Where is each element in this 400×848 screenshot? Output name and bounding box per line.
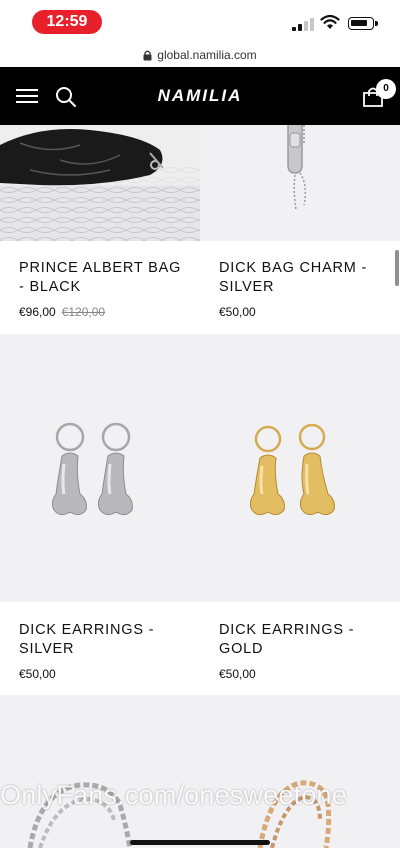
product-image[interactable]: [0, 334, 200, 602]
watermark-text: OnlyFans.com/onesweetone: [0, 780, 347, 810]
product-price: €96,00 €120,00: [19, 305, 105, 319]
product-name[interactable]: DICK BAG CHARM - SILVER: [219, 259, 389, 297]
battery-icon: [348, 17, 378, 30]
page-scrollbar[interactable]: [395, 250, 399, 286]
cellular-signal-icon: [292, 17, 314, 31]
wifi-icon: [320, 14, 340, 29]
product-name[interactable]: PRINCE ALBERT BAG - BLACK: [19, 259, 189, 297]
current-price: €96,00: [19, 305, 56, 319]
product-name[interactable]: DICK EARRINGS - SILVER: [19, 621, 189, 659]
status-time: 12:59: [32, 10, 102, 34]
product-image[interactable]: [200, 125, 400, 241]
url-bar[interactable]: global.namilia.com: [0, 44, 400, 66]
site-header: NAMILIA: [0, 67, 400, 125]
product-image[interactable]: [200, 695, 400, 848]
cart-count-badge[interactable]: 0: [376, 79, 396, 99]
product-name[interactable]: DICK EARRINGS - GOLD: [219, 621, 389, 659]
product-price: €50,00: [219, 305, 256, 319]
search-icon[interactable]: [55, 86, 77, 108]
lock-icon: [143, 50, 152, 60]
product-price: €50,00: [19, 667, 56, 681]
site-logo[interactable]: NAMILIA: [140, 84, 260, 108]
home-indicator[interactable]: [130, 840, 270, 845]
menu-icon[interactable]: [16, 87, 38, 105]
product-image[interactable]: [0, 695, 200, 848]
url-text: global.namilia.com: [157, 48, 257, 62]
status-bar: 12:59: [0, 0, 400, 44]
original-price: €120,00: [61, 305, 106, 319]
product-image[interactable]: [200, 334, 400, 602]
product-image[interactable]: [0, 125, 200, 241]
product-price: €50,00: [219, 667, 256, 681]
